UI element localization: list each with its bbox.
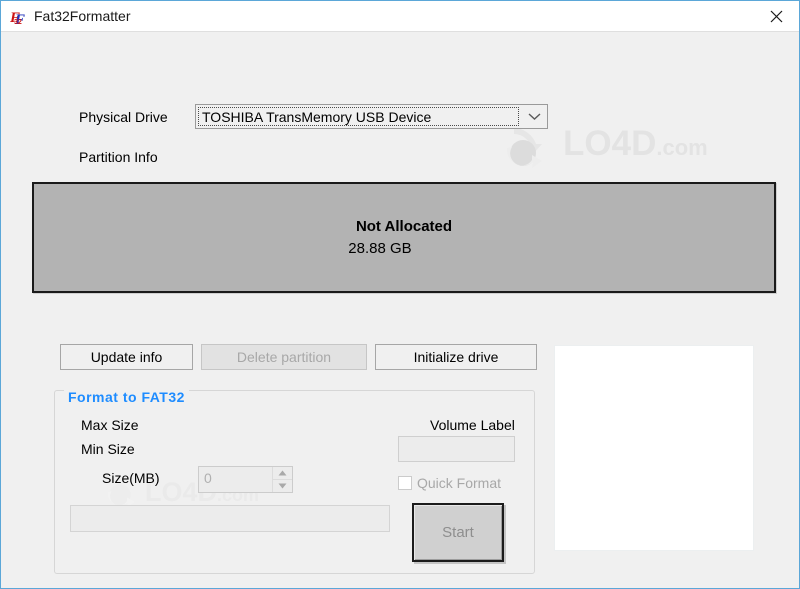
size-mb-stepper[interactable]: 0 xyxy=(198,466,293,493)
partition-status: Not Allocated xyxy=(355,217,453,235)
max-size-label: Max Size xyxy=(81,417,139,433)
partition-size: 28.88 GB xyxy=(348,239,412,257)
chevron-down-icon[interactable] xyxy=(522,105,547,128)
update-info-label: Update info xyxy=(90,349,163,365)
size-mb-value: 0 xyxy=(204,470,212,486)
partition-entry[interactable]: Not Allocated 28.88 GB xyxy=(34,184,774,291)
quick-format-label: Quick Format xyxy=(417,475,502,491)
physical-drive-label: Physical Drive xyxy=(79,109,168,125)
application-window: F F 32 Fat32Formatter LO4D.com LO4D.com … xyxy=(0,0,800,589)
partition-map-panel[interactable]: Not Allocated 28.88 GB xyxy=(32,182,776,293)
watermark-text: LO4D.com xyxy=(563,124,708,163)
log-output-panel[interactable] xyxy=(554,345,754,551)
volume-label-input[interactable] xyxy=(398,436,515,462)
screenshot-root: F F 32 Fat32Formatter LO4D.com LO4D.com … xyxy=(0,0,800,589)
start-button[interactable]: Start xyxy=(412,503,504,562)
format-to-fat32-title: Format to FAT32 xyxy=(64,389,189,405)
fat32-app-icon: F F 32 xyxy=(9,7,29,28)
delete-partition-label: Delete partition xyxy=(236,349,332,365)
triangle-up-icon[interactable] xyxy=(273,467,292,480)
quick-format-row[interactable]: Quick Format xyxy=(398,475,501,491)
min-size-label: Min Size xyxy=(81,441,135,457)
client-area: LO4D.com LO4D.com Physical Drive TOSHIBA… xyxy=(2,32,798,588)
watermark-large: LO4D.com xyxy=(497,120,747,182)
partition-info-label: Partition Info xyxy=(79,149,158,165)
physical-drive-value-field[interactable]: TOSHIBA TransMemory USB Device xyxy=(198,107,519,126)
delete-partition-button[interactable]: Delete partition xyxy=(201,344,367,370)
physical-drive-value: TOSHIBA TransMemory USB Device xyxy=(202,109,432,125)
volume-label-caption: Volume Label xyxy=(430,417,515,433)
size-mb-label: Size(MB) xyxy=(102,470,160,486)
triangle-down-icon[interactable] xyxy=(273,480,292,492)
svg-text:32: 32 xyxy=(14,19,22,26)
start-button-label: Start xyxy=(442,524,474,541)
close-icon[interactable] xyxy=(753,1,799,31)
window-title: Fat32Formatter xyxy=(34,8,131,24)
refresh-arrows-icon xyxy=(497,126,549,178)
format-progress-bar xyxy=(70,505,390,532)
title-bar: F F 32 Fat32Formatter xyxy=(1,1,799,32)
initialize-drive-label: Initialize drive xyxy=(413,349,499,365)
initialize-drive-button[interactable]: Initialize drive xyxy=(375,344,537,370)
physical-drive-combobox[interactable]: TOSHIBA TransMemory USB Device xyxy=(195,104,548,129)
update-info-button[interactable]: Update info xyxy=(60,344,193,370)
quick-format-checkbox[interactable] xyxy=(398,476,412,490)
stepper-buttons[interactable] xyxy=(272,467,292,492)
